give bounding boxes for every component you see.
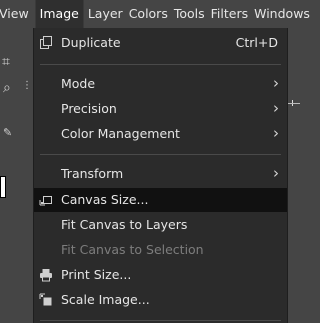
menu-separator: [40, 320, 281, 321]
ruler-tick: [288, 103, 300, 104]
canvas-edge: [0, 176, 6, 198]
menu-colors[interactable]: Colors: [129, 0, 174, 28]
chevron-right-icon: ›: [273, 164, 279, 182]
chevron-right-icon: ›: [273, 99, 279, 117]
menu-image[interactable]: Image: [34, 0, 84, 28]
scale-image-icon: [39, 293, 52, 306]
menu-view[interactable]: View: [0, 0, 35, 28]
toolbox-background: ⌗ ⌕ ⋮ ✎: [0, 28, 33, 323]
chevron-right-icon: ›: [273, 74, 279, 92]
menu-item-label: Duplicate: [61, 35, 121, 50]
path-tool-icon[interactable]: ⋮: [22, 80, 32, 91]
menu-item-mode[interactable]: Mode ›: [34, 72, 287, 96]
chevron-right-icon: ›: [273, 124, 279, 142]
menu-layer[interactable]: Layer: [88, 0, 129, 28]
menu-item-label: Transform: [61, 166, 124, 181]
tool-option-icon[interactable]: ✎: [3, 126, 12, 139]
menu-item-label: Precision: [61, 101, 117, 116]
image-menu-dropdown: Duplicate Ctrl+D Mode › Precision › Colo…: [33, 28, 288, 323]
menu-item-precision[interactable]: Precision ›: [34, 97, 287, 121]
menu-filters[interactable]: Filters: [211, 0, 254, 28]
menu-item-label: Mode: [61, 76, 96, 91]
menu-item-fit-canvas-to-layers[interactable]: Fit Canvas to Layers: [34, 213, 287, 237]
printer-icon: [40, 269, 52, 282]
shortcut-label: Ctrl+D: [235, 35, 278, 50]
menu-item-label: Fit Canvas to Selection: [61, 242, 204, 257]
menu-item-print-size[interactable]: Print Size...: [34, 263, 287, 287]
menu-item-scale-image[interactable]: Scale Image...: [34, 288, 287, 312]
menu-item-label: Canvas Size...: [61, 192, 149, 207]
menu-item-color-management[interactable]: Color Management ›: [34, 122, 287, 146]
duplicate-icon: [40, 36, 52, 49]
menu-separator: [40, 64, 281, 65]
menu-item-label: Print Size...: [61, 267, 132, 282]
menu-item-duplicate[interactable]: Duplicate Ctrl+D: [34, 31, 287, 55]
menu-separator: [40, 154, 281, 155]
menu-windows[interactable]: Windows: [254, 0, 316, 28]
menu-tools[interactable]: Tools: [174, 0, 211, 28]
menu-item-label: Scale Image...: [61, 292, 150, 307]
menu-item-transform[interactable]: Transform ›: [34, 162, 287, 186]
menubar: View Image Layer Colors Tools Filters Wi…: [0, 0, 310, 28]
paint-tool-icon[interactable]: ⌕: [3, 80, 11, 96]
menu-item-label: Color Management: [61, 126, 180, 141]
canvas-size-icon: [39, 196, 52, 206]
ruler-background: [286, 28, 304, 323]
menu-item-fit-canvas-to-selection[interactable]: Fit Canvas to Selection: [34, 238, 287, 262]
menu-item-canvas-size[interactable]: Canvas Size...: [34, 188, 287, 212]
crop-tool-icon[interactable]: ⌗: [2, 54, 10, 70]
menu-item-label: Fit Canvas to Layers: [61, 217, 188, 232]
